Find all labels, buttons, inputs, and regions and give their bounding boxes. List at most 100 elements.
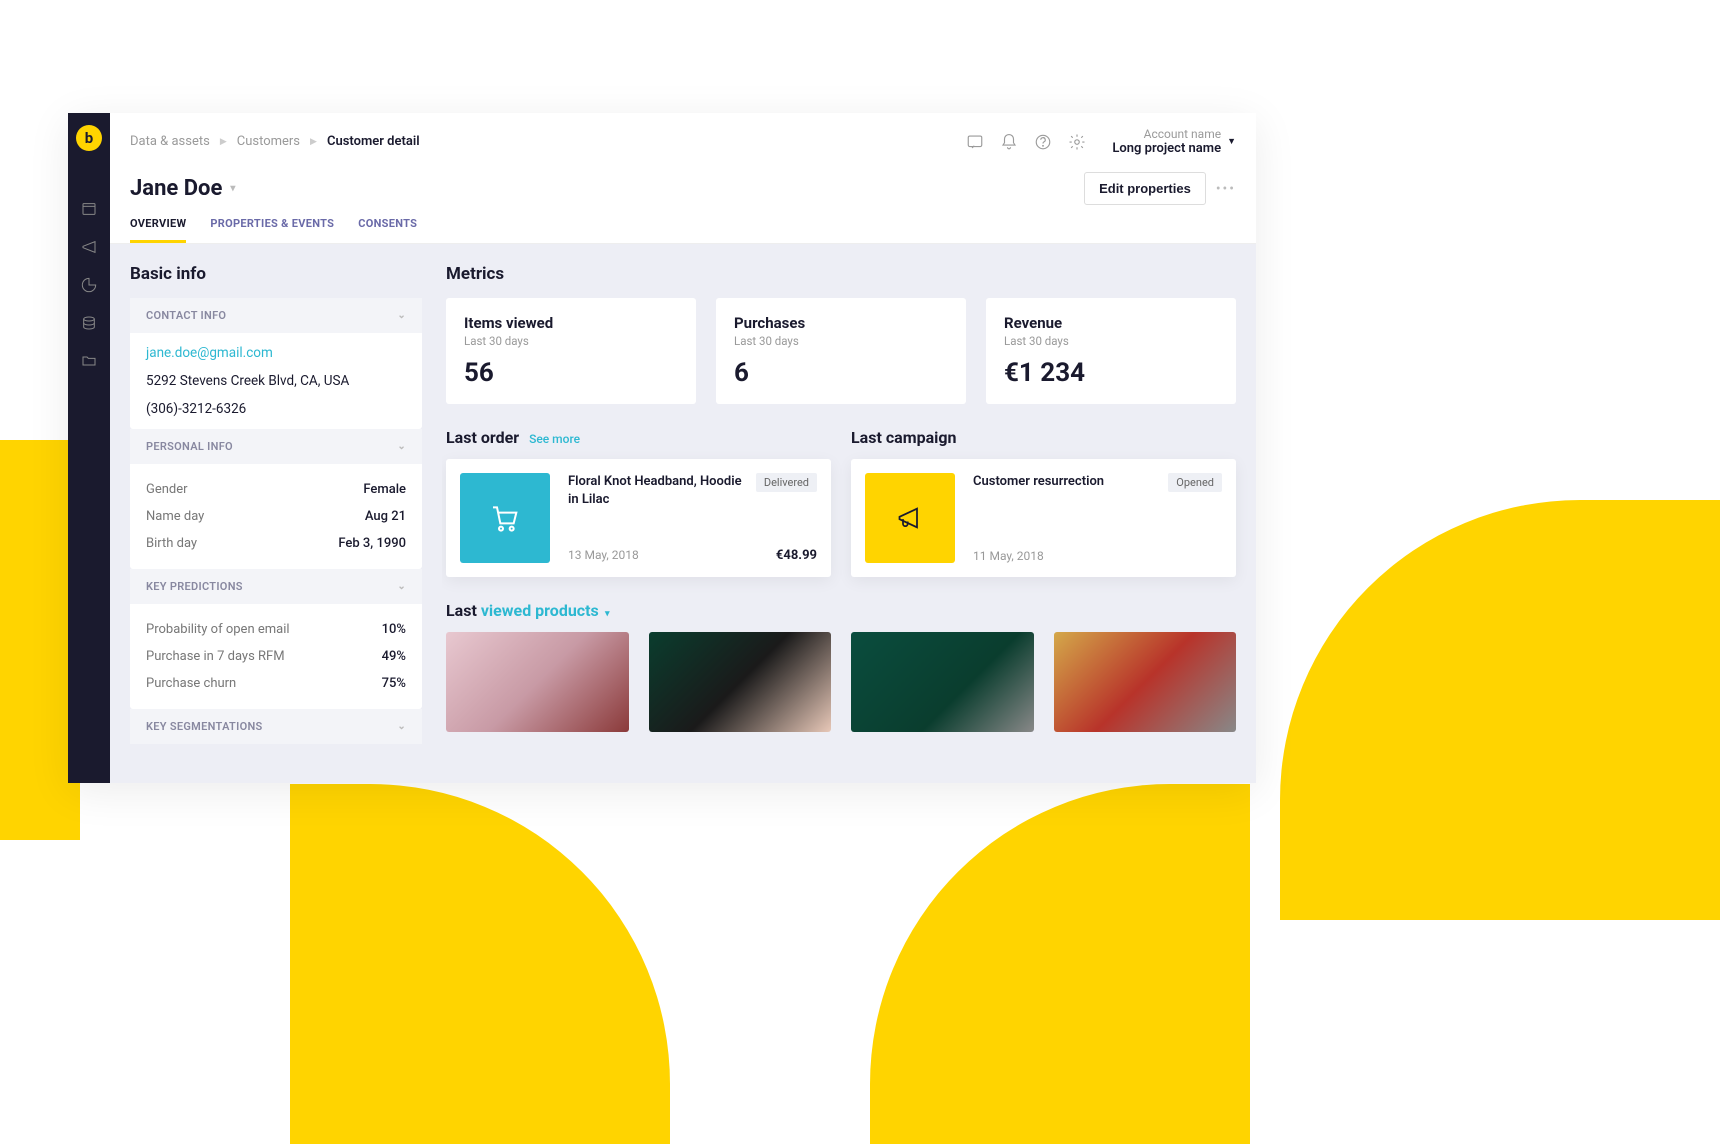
breadcrumb: Data & assets ▶ Customers ▶ Customer det… (130, 134, 420, 149)
prediction-label: Probability of open email (146, 622, 290, 637)
customer-phone: (306)-3212-6326 (146, 401, 406, 417)
contact-info-header[interactable]: CONTACT INFO ⌄ (130, 298, 422, 333)
nav-folder-icon[interactable] (81, 353, 97, 369)
nav-data-icon[interactable] (81, 315, 97, 331)
metric-title: Revenue (1004, 314, 1218, 332)
help-icon[interactable] (1034, 133, 1052, 151)
campaign-date: 11 May, 2018 (973, 549, 1044, 563)
gender-label: Gender (146, 482, 188, 497)
topbar: Data & assets ▶ Customers ▶ Customer det… (110, 113, 1256, 156)
campaign-title: Customer resurrection (973, 473, 1104, 492)
contact-info-section: CONTACT INFO ⌄ jane.doe@gmail.com 5292 S… (130, 298, 422, 429)
status-badge: Opened (1168, 473, 1222, 492)
caret-down-icon: ▾ (230, 183, 235, 194)
section-title: KEY SEGMENTATIONS (146, 720, 263, 733)
personal-info-header[interactable]: PERSONAL INFO ⌄ (130, 429, 422, 464)
nav-campaigns-icon[interactable] (81, 239, 97, 255)
more-menu-icon[interactable]: ••• (1216, 181, 1236, 197)
main-content: Data & assets ▶ Customers ▶ Customer det… (110, 113, 1256, 783)
metric-revenue: Revenue Last 30 days €1 234 (986, 298, 1236, 404)
product-thumbnail[interactable] (851, 632, 1034, 732)
metric-items-viewed: Items viewed Last 30 days 56 (446, 298, 696, 404)
caret-down-icon: ▾ (603, 609, 610, 619)
predictions-section: KEY PREDICTIONS ⌄ Probability of open em… (130, 569, 422, 709)
personal-info-section: PERSONAL INFO ⌄ Gender Female Name day Aug… (130, 429, 422, 569)
chevron-right-icon: ▶ (220, 137, 227, 147)
segmentations-header[interactable]: KEY SEGMENTATIONS ⌄ (130, 709, 422, 744)
product-thumbnails (446, 632, 1236, 732)
see-more-link[interactable]: See more (529, 432, 580, 446)
breadcrumb-item[interactable]: Customers (237, 134, 300, 149)
section-title: CONTACT INFO (146, 309, 226, 322)
predictions-header[interactable]: KEY PREDICTIONS ⌄ (130, 569, 422, 604)
chevron-down-icon: ⌄ (397, 441, 406, 452)
segmentations-section: KEY SEGMENTATIONS ⌄ (130, 709, 422, 744)
metric-purchases: Purchases Last 30 days 6 (716, 298, 966, 404)
page-title-text: Jane Doe (130, 176, 222, 201)
caret-down-icon: ▼ (1227, 136, 1236, 147)
product-thumbnail[interactable] (446, 632, 629, 732)
cart-icon (460, 473, 550, 563)
customer-email[interactable]: jane.doe@gmail.com (146, 345, 406, 361)
nameday-label: Name day (146, 509, 204, 524)
last-viewed-section: Last viewed products ▾ (446, 601, 1236, 732)
last-campaign-card[interactable]: Customer resurrection Opened 11 May, 201… (851, 459, 1236, 577)
section-title: KEY PREDICTIONS (146, 580, 243, 593)
chevron-down-icon: ⌄ (397, 581, 406, 592)
order-price: €48.99 (776, 548, 817, 563)
order-date: 13 May, 2018 (568, 548, 639, 563)
basic-info-column: Basic info CONTACT INFO ⌄ jane.doe@gmail… (110, 244, 442, 783)
birthday-value: Feb 3, 1990 (338, 536, 406, 551)
topbar-actions: Account name Long project name ▼ (966, 127, 1236, 156)
heading-text: Last order (446, 428, 519, 447)
gender-value: Female (363, 482, 406, 497)
megaphone-icon (865, 473, 955, 563)
metric-value: €1 234 (1004, 358, 1218, 388)
metric-subtitle: Last 30 days (734, 334, 948, 348)
tab-properties-events[interactable]: PROPERTIES & EVENTS (210, 217, 334, 243)
project-name: Long project name (1112, 141, 1221, 156)
nav-analytics-icon[interactable] (81, 277, 97, 293)
last-order-heading: Last order See more (446, 428, 831, 447)
customer-address: 5292 Stevens Creek Blvd, CA, USA (146, 373, 406, 389)
breadcrumb-item[interactable]: Data & assets (130, 134, 210, 149)
birthday-label: Birth day (146, 536, 197, 551)
basic-info-heading: Basic info (130, 264, 422, 284)
gear-icon[interactable] (1068, 133, 1086, 151)
status-badge: Delivered (756, 473, 817, 492)
metrics-row: Items viewed Last 30 days 56 Purchases L… (446, 298, 1236, 404)
app-window: b Data & assets ▶ Customers ▶ Customer d… (68, 113, 1256, 783)
chat-icon[interactable] (966, 133, 984, 151)
metric-subtitle: Last 30 days (1004, 334, 1218, 348)
nameday-value: Aug 21 (365, 509, 406, 524)
metrics-column: Metrics Items viewed Last 30 days 56 Pur… (442, 244, 1256, 783)
last-viewed-heading[interactable]: Last viewed products ▾ (446, 601, 1236, 620)
last-order-card[interactable]: Floral Knot Headband, Hoodie in Lilac De… (446, 459, 831, 577)
content-body: Basic info CONTACT INFO ⌄ jane.doe@gmail… (110, 244, 1256, 783)
edit-properties-button[interactable]: Edit properties (1084, 172, 1206, 205)
brand-logo[interactable]: b (76, 125, 102, 151)
account-name: Account name (1112, 127, 1221, 141)
prediction-value: 75% (382, 676, 406, 691)
metric-title: Purchases (734, 314, 948, 332)
breadcrumb-current: Customer detail (327, 134, 420, 149)
bell-icon[interactable] (1000, 133, 1018, 151)
product-thumbnail[interactable] (649, 632, 832, 732)
last-campaign-heading: Last campaign (851, 428, 1236, 447)
tabs: OVERVIEW PROPERTIES & EVENTS CONSENTS (110, 205, 1256, 244)
chevron-right-icon: ▶ (310, 137, 317, 147)
nav-dashboard-icon[interactable] (81, 201, 97, 217)
tab-consents[interactable]: CONSENTS (358, 217, 417, 243)
metric-value: 6 (734, 358, 948, 388)
tab-overview[interactable]: OVERVIEW (130, 217, 186, 243)
sidebar-nav: b (68, 113, 110, 783)
last-activity-row: Last order See more Floral Knot Headband… (446, 428, 1236, 577)
product-thumbnail[interactable] (1054, 632, 1237, 732)
prediction-value: 49% (382, 649, 406, 664)
account-switcher[interactable]: Account name Long project name ▼ (1112, 127, 1236, 156)
page-title[interactable]: Jane Doe ▾ (130, 176, 235, 201)
prediction-label: Purchase churn (146, 676, 236, 691)
chevron-down-icon: ⌄ (397, 721, 406, 732)
metric-title: Items viewed (464, 314, 678, 332)
section-title: PERSONAL INFO (146, 440, 233, 453)
